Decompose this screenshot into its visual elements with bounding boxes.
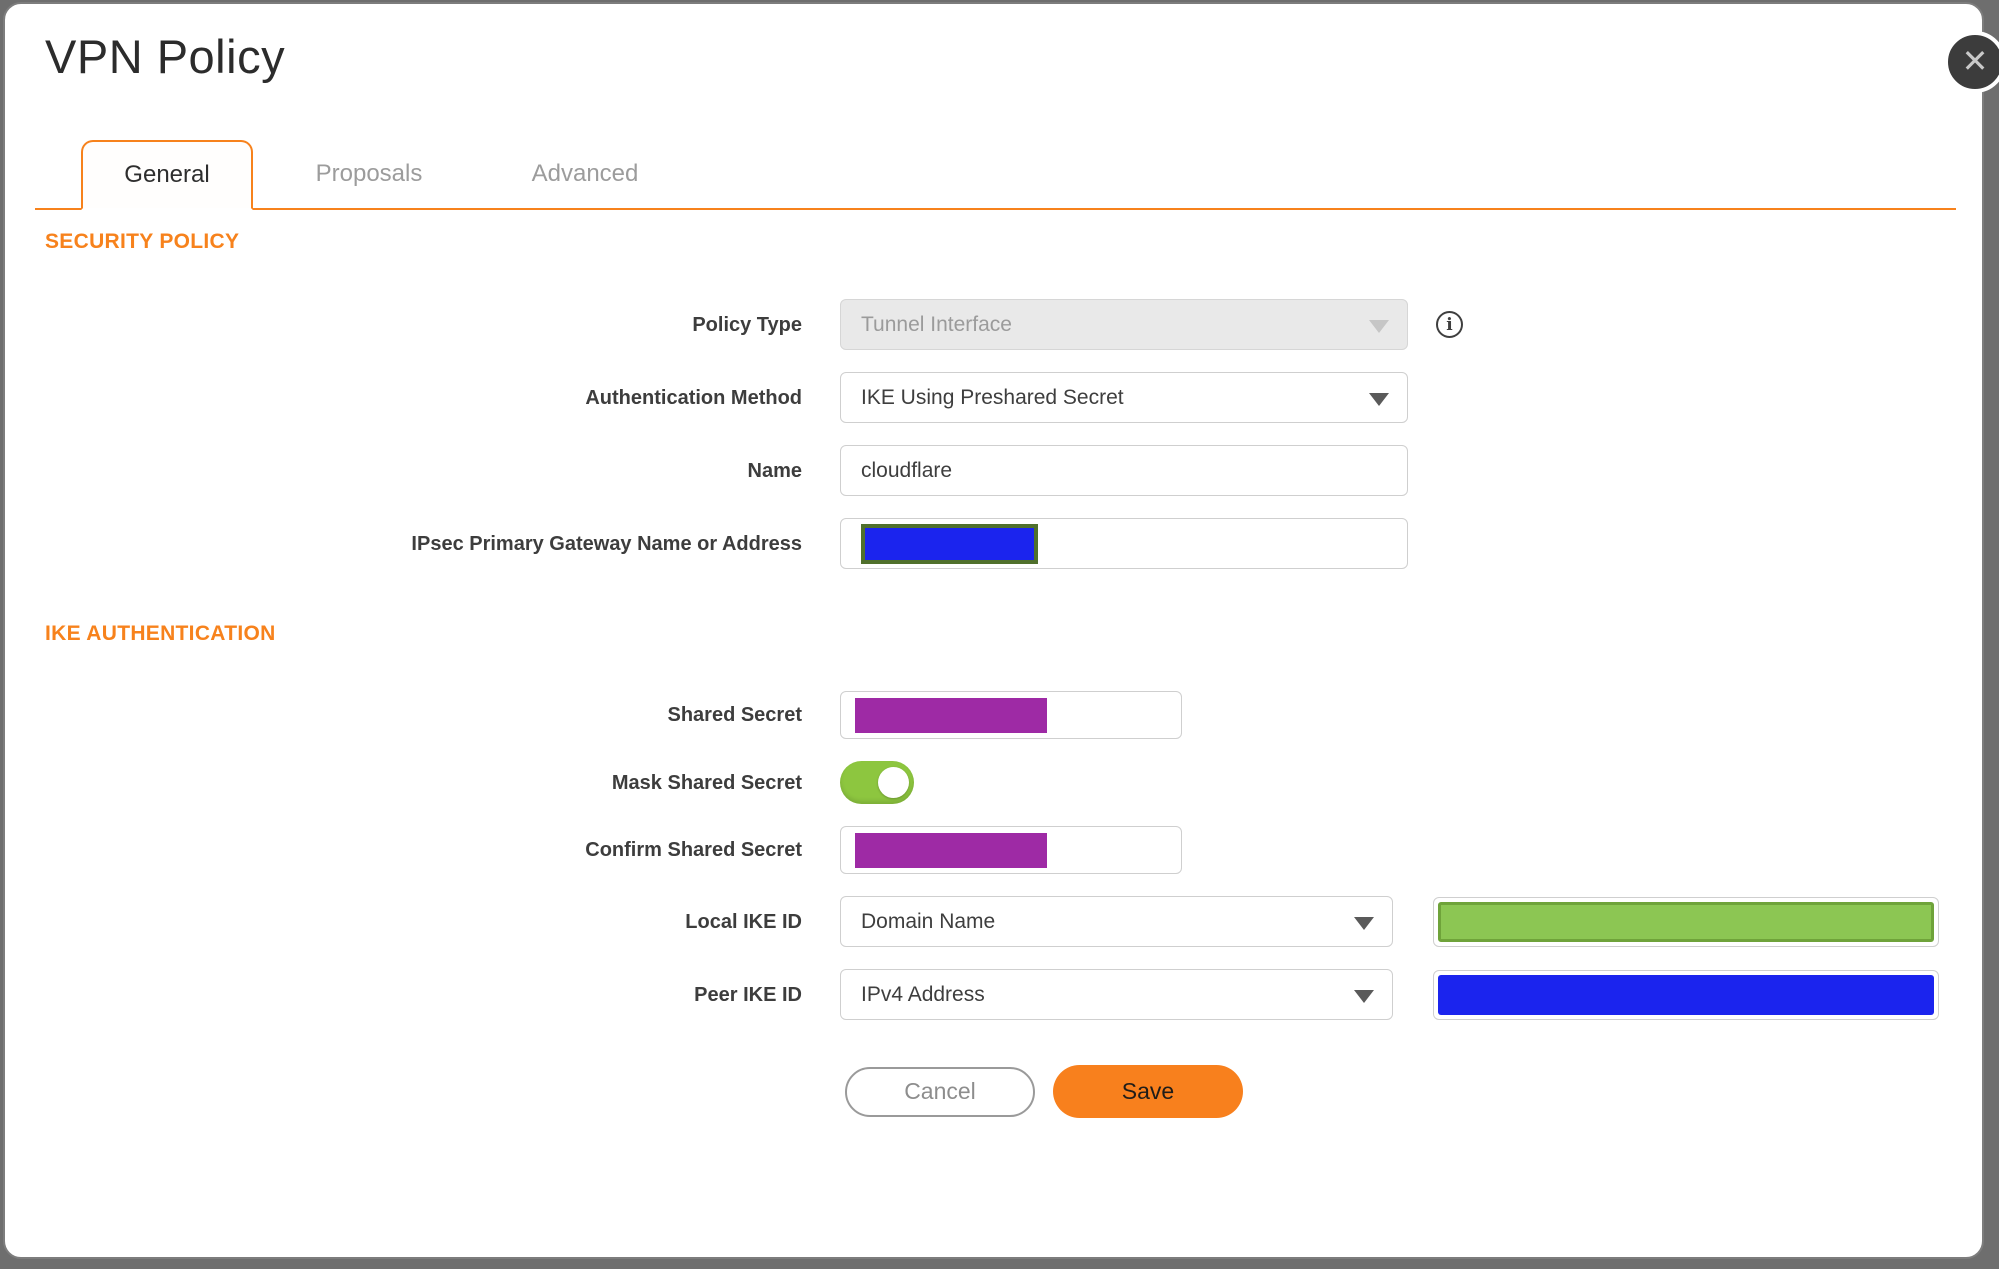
local-ike-id-row: Local IKE ID Domain Name <box>5 896 1982 947</box>
shared-secret-input[interactable] <box>840 691 1182 739</box>
security-policy-heading: SECURITY POLICY <box>45 230 240 253</box>
tab-bar: General Proposals Advanced <box>35 140 1956 210</box>
confirm-shared-secret-input[interactable] <box>840 826 1182 874</box>
gateway-label: IPsec Primary Gateway Name or Address <box>411 532 802 555</box>
policy-type-value: Tunnel Interface <box>861 312 1012 336</box>
close-icon: ✕ <box>1961 43 1989 79</box>
page-title: VPN Policy <box>45 30 286 83</box>
name-row: Name <box>5 445 1982 496</box>
mask-shared-secret-label: Mask Shared Secret <box>611 771 802 794</box>
info-icon[interactable]: i <box>1436 311 1463 338</box>
tab-advanced-label: Advanced <box>531 160 639 187</box>
tab-proposals-label: Proposals <box>315 160 423 187</box>
peer-ike-id-select[interactable]: IPv4 Address <box>840 969 1393 1020</box>
shared-secret-row: Shared Secret <box>5 691 1982 739</box>
name-input[interactable] <box>861 446 1387 495</box>
peer-ike-id-row: Peer IKE ID IPv4 Address <box>5 969 1982 1020</box>
chevron-down-icon <box>1354 989 1374 1003</box>
authentication-method-select[interactable]: IKE Using Preshared Secret <box>840 372 1408 423</box>
local-ike-id-type-value: Domain Name <box>861 909 996 933</box>
local-ike-id-select[interactable]: Domain Name <box>840 896 1393 947</box>
gateway-row: IPsec Primary Gateway Name or Address <box>5 518 1982 569</box>
local-ike-id-redacted-value <box>1438 901 1934 942</box>
authentication-method-value: IKE Using Preshared Secret <box>861 385 1124 409</box>
shared-secret-redacted-value <box>855 697 1047 733</box>
chevron-down-icon <box>1369 319 1389 333</box>
confirm-shared-secret-row: Confirm Shared Secret <box>5 826 1982 874</box>
mask-shared-secret-toggle[interactable] <box>840 761 914 804</box>
page-background: ✕ VPN Policy General Proposals Advanced … <box>0 0 1999 1269</box>
peer-ike-id-value-field[interactable] <box>1433 969 1939 1020</box>
tab-general-label: General <box>124 161 210 188</box>
ike-authentication-heading: IKE AUTHENTICATION <box>45 622 276 645</box>
mask-shared-secret-row: Mask Shared Secret <box>5 761 1982 804</box>
policy-type-label: Policy Type <box>692 313 802 336</box>
confirm-shared-secret-redacted-value <box>855 832 1047 868</box>
peer-ike-id-type-value: IPv4 Address <box>861 982 985 1006</box>
dialog-footer: Cancel Save <box>845 1065 1982 1118</box>
name-label: Name <box>747 459 802 482</box>
vpn-policy-dialog: ✕ VPN Policy General Proposals Advanced … <box>3 2 1999 1259</box>
save-button[interactable]: Save <box>1053 1065 1243 1118</box>
toggle-knob <box>878 767 909 798</box>
peer-ike-id-label: Peer IKE ID <box>694 983 802 1006</box>
shared-secret-label: Shared Secret <box>667 704 802 726</box>
tab-general[interactable]: General <box>81 140 253 210</box>
local-ike-id-value-field[interactable] <box>1433 896 1939 947</box>
gateway-input[interactable] <box>840 518 1408 569</box>
tab-proposals[interactable]: Proposals <box>283 140 455 208</box>
policy-type-select: Tunnel Interface <box>840 299 1408 350</box>
close-button[interactable]: ✕ <box>1944 31 1999 93</box>
peer-ike-id-redacted-value <box>1438 974 1934 1015</box>
authentication-method-label: Authentication Method <box>585 386 802 409</box>
chevron-down-icon <box>1369 392 1389 406</box>
info-icon-glyph: i <box>1446 314 1453 335</box>
authentication-method-row: Authentication Method IKE Using Preshare… <box>5 372 1982 423</box>
policy-type-row: Policy Type Tunnel Interface i <box>5 299 1982 350</box>
confirm-shared-secret-label: Confirm Shared Secret <box>585 839 802 861</box>
name-input-wrap <box>840 445 1408 496</box>
cancel-button[interactable]: Cancel <box>845 1066 1035 1117</box>
chevron-down-icon <box>1354 916 1374 930</box>
gateway-redacted-value <box>861 523 1038 564</box>
tab-advanced[interactable]: Advanced <box>499 140 671 208</box>
local-ike-id-label: Local IKE ID <box>685 910 802 933</box>
